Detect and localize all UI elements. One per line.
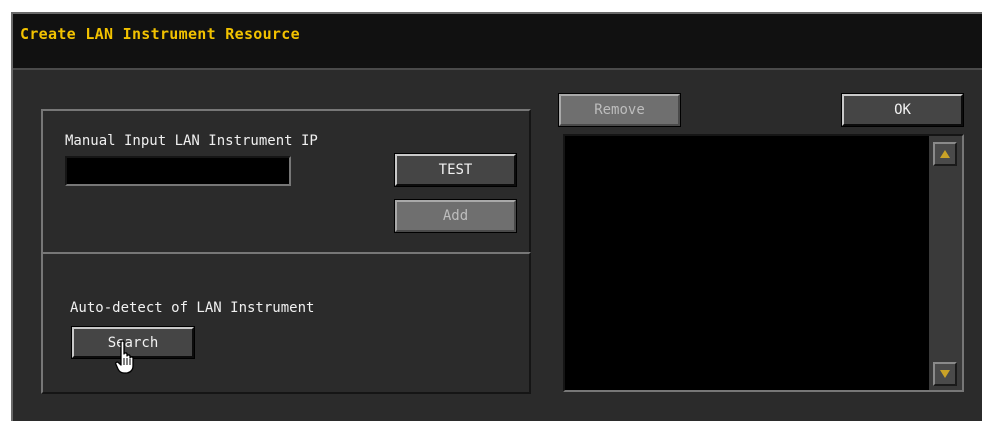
ok-button[interactable]: OK — [842, 94, 963, 126]
triangle-up-icon — [940, 150, 950, 158]
hand-pointer-icon — [115, 340, 134, 374]
ip-address-input[interactable] — [65, 156, 291, 186]
test-button[interactable]: TEST — [395, 154, 516, 186]
manual-input-label: Manual Input LAN Instrument IP — [65, 133, 318, 149]
list-scrollbar[interactable] — [929, 136, 962, 390]
scroll-up-button[interactable] — [933, 142, 957, 166]
auto-detect-label: Auto-detect of LAN Instrument — [70, 300, 315, 316]
dialog-title: Create LAN Instrument Resource — [20, 25, 300, 43]
triangle-down-icon — [940, 370, 950, 378]
add-button[interactable]: Add — [395, 200, 516, 232]
resource-list[interactable] — [563, 134, 964, 392]
remove-button[interactable]: Remove — [559, 94, 680, 126]
scroll-down-button[interactable] — [933, 362, 957, 386]
